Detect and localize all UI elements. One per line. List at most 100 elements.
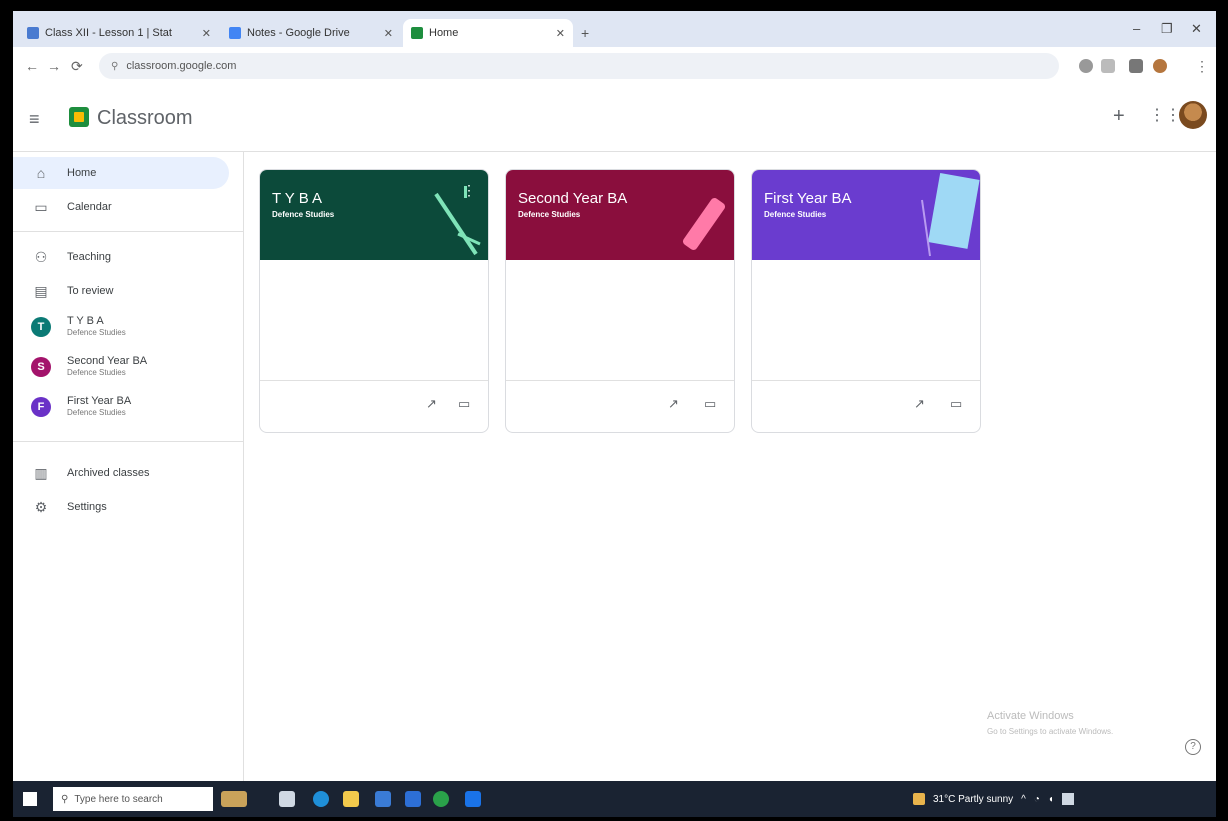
avatar[interactable]	[1179, 101, 1207, 129]
reload-icon[interactable]: ⟳	[71, 58, 83, 75]
sidebar-item-archived[interactable]: ▥ Archived classes	[13, 457, 229, 489]
folder-icon[interactable]: ▭	[704, 396, 716, 412]
chrome-icon[interactable]	[433, 791, 449, 807]
folder-icon[interactable]: ▭	[458, 396, 470, 412]
class-card-title[interactable]: First Year BA	[764, 190, 852, 207]
tab-label: Home	[429, 27, 459, 39]
sidebar-item-label: T Y B A	[67, 315, 104, 327]
class-card-title[interactable]: Second Year BA	[518, 190, 627, 207]
tab-favicon-icon	[411, 27, 423, 39]
sidebar-item-label: Settings	[67, 501, 107, 513]
class-card-subtitle: Defence Studies	[764, 210, 827, 219]
trending-icon[interactable]: ↗	[914, 396, 925, 412]
class-card-subtitle: Defence Studies	[518, 210, 581, 219]
class-card-subtitle: Defence Studies	[272, 210, 335, 219]
extensions-icon[interactable]	[1129, 59, 1143, 73]
sidebar-item-home[interactable]: ⌂ Home	[13, 157, 229, 189]
class-card[interactable]: T Y B A Defence Studies ⋮ ↗ ▭	[259, 169, 489, 433]
trending-icon[interactable]: ↗	[668, 396, 679, 412]
archive-icon: ▥	[34, 464, 48, 481]
class-card-header[interactable]: First Year BA Defence Studies	[752, 170, 980, 260]
windows-taskbar: ⚲ Type here to search 31°C Partly sunny …	[13, 781, 1216, 817]
class-card[interactable]: Second Year BA Defence Studies ↗ ▭	[505, 169, 735, 433]
task-view-icon[interactable]	[279, 791, 295, 807]
sidebar-item-label: First Year BA	[67, 395, 132, 407]
weather-text[interactable]: 31°C Partly sunny	[933, 794, 1013, 805]
folder-icon[interactable]: ▭	[950, 396, 962, 412]
maximize-icon[interactable]: ❐	[1161, 21, 1173, 37]
sidebar-item-teaching[interactable]: ⚇ Teaching	[13, 241, 229, 273]
sidebar-item-sublabel: Defence Studies	[67, 328, 126, 337]
browser-menu-icon[interactable]: ⋮	[1195, 58, 1209, 75]
lens-icon[interactable]	[1079, 59, 1093, 73]
taskbar-search[interactable]: ⚲ Type here to search	[53, 787, 213, 811]
classroom-header: ≡ Classroom + ⋮⋮	[13, 85, 1216, 152]
search-highlight-icon[interactable]	[221, 791, 247, 807]
card-divider	[752, 380, 980, 381]
sidebar-divider	[13, 231, 243, 232]
trending-icon[interactable]: ↗	[426, 396, 437, 412]
profile-icon[interactable]	[1153, 59, 1167, 73]
site-info-icon[interactable]: ⚲	[111, 61, 118, 72]
class-card-header[interactable]: T Y B A Defence Studies ⋮	[260, 170, 488, 260]
sidebar-item-calendar[interactable]: ▭ Calendar	[13, 191, 229, 223]
class-card-title[interactable]: T Y B A	[272, 190, 322, 207]
gear-icon: ⚙	[34, 498, 48, 515]
card-divider	[260, 380, 488, 381]
create-class-icon[interactable]: +	[1113, 105, 1125, 128]
folder-icon: ▤	[34, 282, 48, 299]
class-avatar: T	[31, 317, 51, 337]
app-icon[interactable]	[465, 791, 481, 807]
browser-tab[interactable]: Notes - Google Drive ✕	[221, 19, 401, 47]
store-icon[interactable]	[375, 791, 391, 807]
bookmark-star-icon[interactable]	[1101, 59, 1115, 73]
back-icon[interactable]: ←	[25, 58, 39, 74]
app-title[interactable]: Classroom	[97, 107, 193, 130]
sidebar-item-label: Calendar	[67, 201, 112, 213]
help-icon[interactable]: ?	[1185, 739, 1201, 755]
class-avatar: F	[31, 397, 51, 417]
class-card-illustration	[921, 173, 980, 257]
google-apps-icon[interactable]: ⋮⋮	[1149, 105, 1181, 125]
browser-tab-active[interactable]: Home ✕	[403, 19, 573, 47]
sidebar-item-tyba[interactable]: T T Y B A Defence Studies	[13, 309, 229, 345]
edge-icon[interactable]	[313, 791, 329, 807]
sidebar-item-label: Teaching	[67, 251, 112, 263]
network-icon[interactable]: ◔	[1034, 794, 1040, 805]
sidebar: ⌂ Home ▭ Calendar ⚇ Teaching ▤ To review…	[13, 151, 244, 781]
address-bar[interactable]: ⚲ classroom.google.com	[99, 53, 1059, 79]
volume-icon[interactable]: ◖	[1048, 794, 1054, 805]
sidebar-item-label: Second Year BA	[67, 355, 148, 367]
tray-chevron-icon[interactable]: ^	[1021, 794, 1026, 805]
main-menu-icon[interactable]: ≡	[29, 109, 40, 130]
tab-favicon-icon	[27, 27, 39, 39]
mail-icon[interactable]	[405, 791, 421, 807]
sidebar-item-sublabel: Defence Studies	[67, 408, 126, 417]
close-tab-icon[interactable]: ✕	[556, 27, 565, 40]
notification-icon[interactable]	[1061, 793, 1074, 805]
class-card-header[interactable]: Second Year BA Defence Studies	[506, 170, 734, 260]
minimize-icon[interactable]: –	[1133, 21, 1140, 36]
sidebar-item-second-year-ba[interactable]: S Second Year BA Defence Studies	[13, 349, 229, 385]
close-tab-icon[interactable]: ✕	[202, 27, 211, 40]
window-close-icon[interactable]: ✕	[1191, 21, 1202, 37]
class-card-illustration	[682, 198, 726, 250]
start-icon[interactable]	[23, 792, 37, 806]
sidebar-item-first-year-ba[interactable]: F First Year BA Defence Studies	[13, 389, 229, 425]
sidebar-item-to-review[interactable]: ▤ To review	[13, 275, 229, 307]
search-placeholder: Type here to search	[74, 793, 163, 805]
card-options-icon[interactable]: ⋮	[462, 182, 476, 199]
sidebar-item-label: Home	[67, 167, 97, 179]
watermark-subtitle: Go to Settings to activate Windows.	[987, 727, 1114, 736]
tab-favicon-icon	[229, 27, 241, 39]
file-explorer-icon[interactable]	[343, 791, 359, 807]
new-tab-icon[interactable]: +	[581, 25, 589, 41]
sidebar-item-sublabel: Defence Studies	[67, 368, 126, 377]
system-tray: 31°C Partly sunny ^ ◔ ◖	[913, 793, 1074, 805]
sidebar-divider	[13, 441, 243, 442]
close-tab-icon[interactable]: ✕	[384, 27, 393, 40]
class-card[interactable]: First Year BA Defence Studies ↗ ▭	[751, 169, 981, 433]
forward-icon[interactable]: →	[47, 58, 61, 74]
sidebar-item-settings[interactable]: ⚙ Settings	[13, 491, 229, 523]
browser-tab[interactable]: Class XII - Lesson 1 | Stat ✕	[19, 19, 219, 47]
